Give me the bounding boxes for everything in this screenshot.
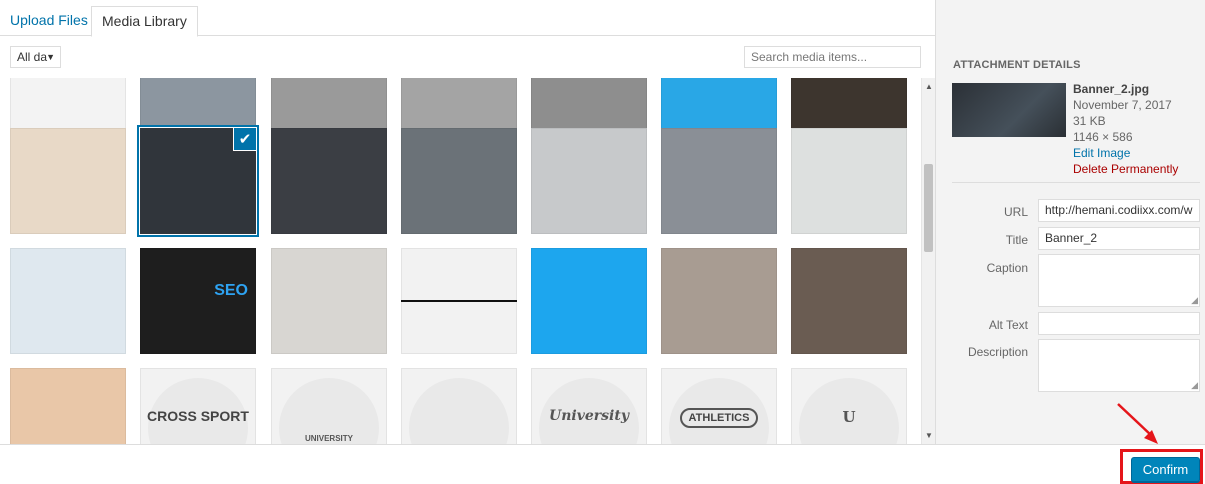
media-thumbnail[interactable] <box>271 248 387 354</box>
tab-media-library[interactable]: Media Library <box>91 6 198 37</box>
media-thumbnail[interactable] <box>661 128 777 234</box>
file-dimensions: 1146 × 586 <box>1073 130 1133 144</box>
media-grid: ✔ SEO CROSS SPORT UNIVERSITY University ATHLE… <box>0 78 921 444</box>
logo-text: ATHLETICS <box>680 408 758 428</box>
checkmark-icon[interactable]: ✔ <box>233 128 256 151</box>
media-thumbnail[interactable]: UNIVERSITY <box>271 368 387 444</box>
filter-value: All da <box>17 50 48 64</box>
media-thumbnail[interactable] <box>10 248 126 354</box>
chevron-down-icon: ▼ <box>46 52 55 62</box>
media-type-filter[interactable]: All da ▼ <box>10 46 61 68</box>
tab-bar: Upload Files Media Library <box>0 0 935 37</box>
media-thumbnail[interactable] <box>531 248 647 354</box>
attachment-info: Banner_2.jpg November 7, 2017 31 KB 1146… <box>1073 81 1178 177</box>
media-thumbnail[interactable] <box>401 128 517 234</box>
attachment-details-title: ATTACHMENT DETAILS <box>953 59 1081 71</box>
media-thumbnail[interactable]: U <box>791 368 907 444</box>
logo-text: UNIVERSITY <box>304 434 353 443</box>
search-input[interactable]: Search media items... <box>744 46 921 68</box>
tab-upload-files[interactable]: Upload Files <box>0 6 98 37</box>
delete-permanently-link[interactable]: Delete Permanently <box>1073 161 1178 177</box>
media-thumbnail[interactable] <box>271 128 387 234</box>
file-date: November 7, 2017 <box>1073 98 1172 112</box>
media-thumbnail[interactable]: ✔ <box>140 128 256 234</box>
divider <box>952 182 1200 183</box>
alt-text-field[interactable] <box>1038 312 1200 335</box>
file-size: 31 KB <box>1073 114 1106 128</box>
description-field[interactable]: ◢ <box>1038 339 1200 392</box>
attachment-details-panel: ATTACHMENT DETAILS Banner_2.jpg November… <box>935 0 1205 444</box>
file-name: Banner_2.jpg <box>1073 82 1150 96</box>
media-thumbnail[interactable]: SEO <box>140 248 256 354</box>
logo-text: CROSS SPORT <box>147 408 249 424</box>
media-thumbnail[interactable] <box>791 248 907 354</box>
media-thumbnail[interactable] <box>791 128 907 234</box>
url-label: URL <box>1003 205 1028 219</box>
logo-text: U <box>842 408 856 426</box>
media-thumbnail[interactable] <box>10 368 126 444</box>
edit-image-link[interactable]: Edit Image <box>1073 145 1178 161</box>
thumbnail-caption: SEO <box>214 282 248 299</box>
media-thumbnail[interactable] <box>531 128 647 234</box>
alt-text-label: Alt Text <box>988 318 1028 332</box>
media-thumbnail[interactable]: CROSS SPORT <box>140 368 256 444</box>
url-field[interactable]: http://hemani.codiixx.com/w <box>1038 199 1200 222</box>
grid-scrollbar[interactable]: ▲ ▼ <box>921 78 935 444</box>
resize-grip-icon[interactable]: ◢ <box>1191 380 1198 391</box>
attachment-thumbnail <box>952 83 1066 137</box>
scroll-down-icon[interactable]: ▼ <box>922 431 936 440</box>
title-label: Title <box>1005 233 1028 247</box>
caption-field[interactable]: ◢ <box>1038 254 1200 307</box>
scrollbar-thumb[interactable] <box>924 164 933 252</box>
media-thumbnail[interactable]: ATHLETICS <box>661 368 777 444</box>
modal-footer <box>0 444 1205 484</box>
resize-grip-icon[interactable]: ◢ <box>1191 295 1198 306</box>
media-thumbnail[interactable]: University <box>531 368 647 444</box>
media-thumbnail[interactable] <box>401 248 517 354</box>
confirm-button[interactable]: Confirm <box>1131 457 1200 483</box>
logo-text: University <box>549 408 629 424</box>
caption-label: Caption <box>986 261 1028 275</box>
thumbnail-line <box>401 300 517 302</box>
scroll-up-icon[interactable]: ▲ <box>922 82 936 91</box>
media-thumbnail[interactable] <box>10 128 126 234</box>
description-label: Description <box>967 345 1028 359</box>
title-field[interactable]: Banner_2 <box>1038 227 1200 250</box>
annotation-arrow-icon <box>1117 403 1158 444</box>
media-thumbnail[interactable] <box>401 368 517 444</box>
media-thumbnail[interactable] <box>661 248 777 354</box>
logo-badge <box>409 378 509 444</box>
